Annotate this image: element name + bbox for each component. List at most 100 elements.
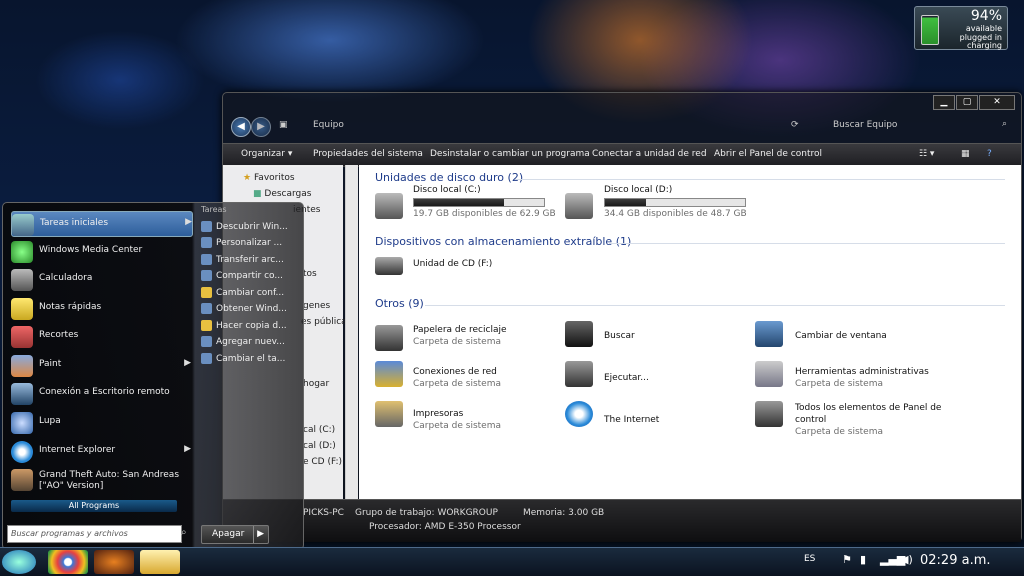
disk-c-free: 19.7 GB disponibles de 62.9 GB — [413, 209, 556, 219]
all-programs-button[interactable]: All Programs — [11, 500, 177, 512]
close-button[interactable]: ✕ — [979, 95, 1015, 110]
start-item-media-center[interactable]: Windows Media Center — [11, 239, 191, 263]
jump-item[interactable]: Hacer copia d... — [201, 320, 301, 331]
search-text: Buscar Equipo — [833, 120, 898, 130]
divider — [425, 305, 1005, 306]
language-indicator[interactable]: ES — [804, 554, 815, 564]
printers-name[interactable]: Impresoras — [413, 409, 463, 419]
jump-item[interactable]: Cambiar el ta... — [201, 353, 301, 364]
clock[interactable]: 02:29 a.m. — [920, 553, 991, 568]
volume-icon[interactable]: ◀) — [900, 553, 913, 566]
disk-d-usage-bar — [604, 198, 746, 207]
buscar-name[interactable]: Buscar — [604, 331, 635, 341]
control-panel-name[interactable]: Todos los elementos de Panel de — [795, 403, 941, 413]
forward-button[interactable]: ▶ — [251, 117, 271, 137]
search-icon[interactable]: ⌕ — [181, 527, 187, 538]
start-item-paint[interactable]: Paint ▶ — [11, 353, 191, 377]
help-icon[interactable]: ? — [987, 149, 992, 159]
maximize-button[interactable]: ▢ — [956, 95, 978, 110]
battery-charging-label: charging — [967, 41, 1002, 50]
network-connections-sub: Carpeta de sistema — [413, 379, 501, 389]
shield-icon — [201, 287, 212, 298]
power-icon[interactable]: ▮ — [860, 553, 866, 566]
cd-drive-name[interactable]: Unidad de CD (F:) — [413, 259, 492, 269]
address-bar[interactable]: ▣ Equipo ⟳ — [271, 117, 831, 135]
jump-item[interactable]: Transferir arc... — [201, 254, 301, 265]
organize-button[interactable]: Organizar ▾ — [241, 149, 292, 159]
processor: Procesador: AMD E-350 Processor — [369, 522, 521, 532]
gta-icon — [11, 469, 33, 491]
nav-item-drive-d[interactable]: cal (D:) — [303, 441, 336, 451]
section-header-others[interactable]: Otros (9) — [375, 297, 424, 310]
divider — [609, 243, 1005, 244]
jump-item[interactable]: Cambiar conf... — [201, 287, 301, 298]
nav-item-fragment[interactable]: genes — [303, 301, 330, 311]
network-connections-name[interactable]: Conexiones de red — [413, 367, 497, 377]
recycle-bin-icon — [375, 325, 403, 351]
start-item-calculadora[interactable]: Calculadora — [11, 267, 191, 291]
start-orb-button[interactable] — [2, 550, 36, 574]
uninstall-program-button[interactable]: Desinstalar o cambiar un programa — [430, 149, 590, 159]
start-item-notas[interactable]: Notas rápidas — [11, 296, 191, 320]
search-icon[interactable]: ⌕ — [1002, 119, 1007, 129]
disk-c-name[interactable]: Disco local (C:) — [413, 185, 481, 195]
disk-d-name[interactable]: Disco local (D:) — [604, 185, 672, 195]
chrome-taskbar-icon[interactable] — [48, 550, 88, 574]
nav-item-drive-f[interactable]: e CD (F:) — [303, 457, 342, 467]
shutdown-button[interactable]: Apagar ▶ — [201, 525, 269, 544]
start-item-remote-desktop[interactable]: Conexión a Escritorio remoto — [11, 381, 191, 405]
address-text: Equipo — [313, 120, 344, 130]
nav-item-fragment[interactable]: es públicas — [301, 317, 351, 327]
network-connections-icon — [375, 361, 403, 387]
switch-window-name[interactable]: Cambiar de ventana — [795, 331, 887, 341]
task-icon — [201, 254, 212, 265]
nav-item-fragment[interactable]: tos — [303, 269, 317, 279]
battery-gadget: 94% available plugged in charging — [914, 6, 1008, 50]
run-name[interactable]: Ejecutar... — [604, 373, 649, 383]
map-network-drive-button[interactable]: Conectar a unidad de red — [592, 149, 707, 159]
getting-started-icon — [12, 214, 34, 236]
nav-item-descargas[interactable]: ■ Descargas — [253, 189, 311, 199]
jump-item[interactable]: Personalizar ... — [201, 237, 301, 248]
memory: Memoria: 3.00 GB — [523, 508, 605, 518]
search-box[interactable]: Buscar Equipo ⌕ — [831, 117, 1011, 135]
jump-item[interactable]: Obtener Wind... — [201, 303, 301, 314]
printers-sub: Carpeta de sistema — [413, 421, 501, 431]
flag-icon[interactable]: ⚑ — [842, 553, 852, 566]
start-item-tareas-iniciales[interactable]: Tareas iniciales ▶ — [11, 211, 193, 237]
task-icon — [201, 353, 212, 364]
back-button[interactable]: ◀ — [231, 117, 251, 137]
snipping-tool-icon — [11, 326, 33, 348]
section-header-disks[interactable]: Unidades de disco duro (2) — [375, 171, 523, 184]
battery-available-label: available — [965, 24, 1002, 33]
explorer-taskbar-icon[interactable] — [140, 550, 180, 574]
start-item-lupa[interactable]: Lupa — [11, 410, 191, 434]
jump-item[interactable]: Agregar nuev... — [201, 336, 301, 347]
divider — [515, 179, 1005, 180]
admin-tools-name[interactable]: Herramientas administrativas — [795, 367, 929, 377]
nav-item-homegroup[interactable]: hogar — [303, 379, 329, 389]
start-item-recortes[interactable]: Recortes — [11, 324, 191, 348]
start-item-internet-explorer[interactable]: Internet Explorer ▶ — [11, 439, 191, 463]
view-options-icon[interactable]: ☷ ▾ — [919, 149, 934, 159]
start-search-input[interactable]: Buscar programas y archivos — [7, 525, 182, 543]
open-control-panel-button[interactable]: Abrir el Panel de control — [714, 149, 822, 159]
minimize-button[interactable]: ▁ — [933, 95, 955, 110]
preview-pane-icon[interactable]: ▦ — [961, 149, 970, 159]
jump-item[interactable]: Compartir co... — [201, 270, 301, 281]
nav-item-drive-c[interactable]: cal (C:) — [303, 425, 335, 435]
nav-scrollbar[interactable] — [345, 165, 358, 499]
start-item-gta-sa[interactable]: Grand Theft Auto: San Andreas ["AO" Vers… — [11, 467, 191, 495]
nav-item-favoritos[interactable]: ★ Favoritos — [243, 173, 295, 183]
details-pane: PICKS-PC Grupo de trabajo: WORKGROUP Mem… — [223, 499, 1021, 542]
shutdown-options-arrow[interactable]: ▶ — [253, 526, 264, 543]
jump-item[interactable]: Descubrir Win... — [201, 221, 301, 232]
internet-name[interactable]: The Internet — [604, 415, 659, 425]
control-panel-name-2[interactable]: control — [795, 415, 826, 425]
refresh-icon[interactable]: ⟳ — [791, 120, 799, 130]
recycle-bin-name[interactable]: Papelera de reciclaje — [413, 325, 507, 335]
control-panel-icon — [755, 401, 783, 427]
section-header-removable[interactable]: Dispositivos con almacenamiento extraíbl… — [375, 235, 631, 248]
gta-taskbar-icon[interactable] — [94, 550, 134, 574]
system-properties-button[interactable]: Propiedades del sistema — [313, 149, 423, 159]
